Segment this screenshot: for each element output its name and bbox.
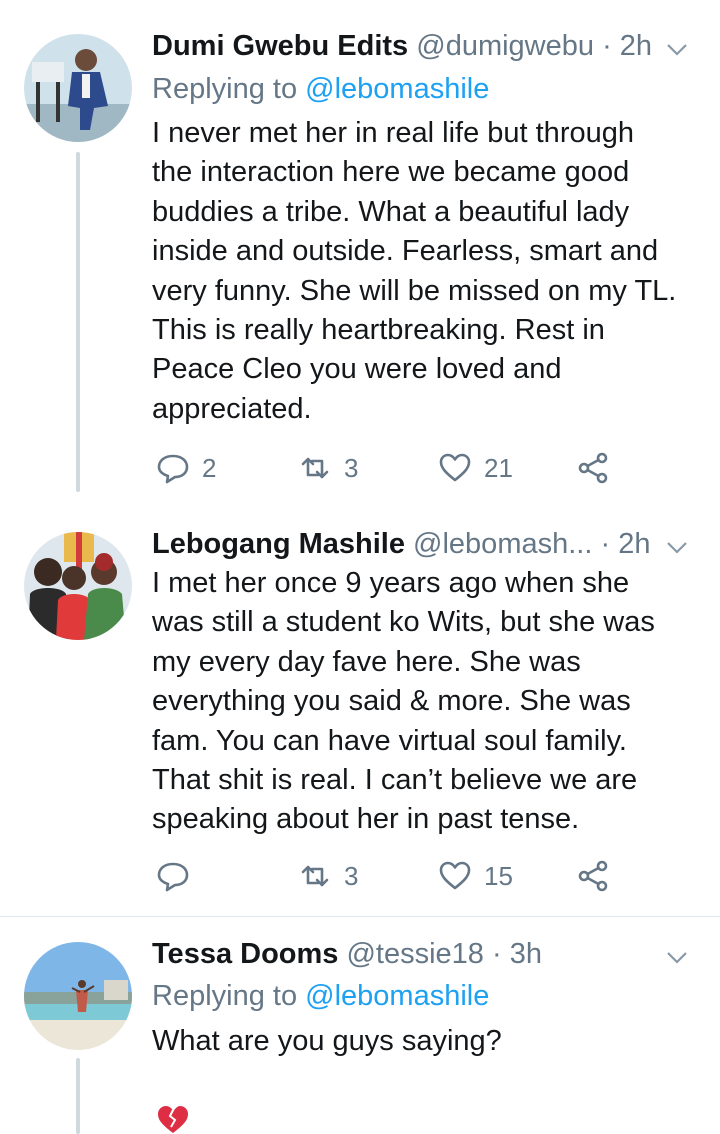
share-icon xyxy=(578,860,608,892)
reply-icon xyxy=(157,454,189,484)
share-button[interactable] xyxy=(576,856,610,896)
reply-button[interactable]: 2 xyxy=(156,448,216,488)
tweet-text-line: everything you said & more. She was xyxy=(152,685,631,718)
share-icon xyxy=(578,452,608,484)
retweet-count: 3 xyxy=(344,860,359,891)
avatar[interactable] xyxy=(24,34,132,142)
retweet-button[interactable]: 3 xyxy=(298,448,358,488)
tweet-text-line: I met her once 9 years ago when she xyxy=(152,567,630,599)
tweet[interactable]: Dumi Gwebu Edits @dumigwebu · 2h Replyin… xyxy=(0,28,720,498)
broken-heart-emoji xyxy=(158,1106,188,1133)
replying-to: Replying to @lebomashile xyxy=(152,71,489,107)
heart-icon xyxy=(439,453,471,482)
retweet-count: 3 xyxy=(344,452,359,483)
like-count: 15 xyxy=(484,860,513,891)
retweet-button[interactable]: 3 xyxy=(298,856,358,896)
reply-count: 2 xyxy=(202,452,217,483)
separator-dot: · xyxy=(594,30,620,62)
timestamp[interactable]: 3h xyxy=(510,938,542,970)
replying-prefix: Replying to xyxy=(152,980,306,1012)
tweet-text-line: inside and outside. Fearless, smart and xyxy=(152,235,659,268)
tweet-text-line: my every day fave here. She was xyxy=(152,645,581,678)
user-handle[interactable]: @lebomash... xyxy=(413,528,592,560)
tweet[interactable]: Tessa Dooms @tessie18 · 3h Replying to @… xyxy=(0,934,720,1134)
like-button[interactable]: 15 xyxy=(438,856,513,896)
reply-icon xyxy=(157,862,189,892)
tweet-header: Lebogang Mashile @lebomash... · 2h xyxy=(152,526,650,562)
tweet-text-line: Peace Cleo you were loved and xyxy=(152,353,562,386)
display-name[interactable]: Tessa Dooms xyxy=(152,938,338,970)
tweet-actions: 3 15 xyxy=(152,856,622,896)
tweet[interactable]: Lebogang Mashile @lebomash... · 2h I met… xyxy=(0,524,720,916)
mention-link[interactable]: @lebomashile xyxy=(305,980,489,1012)
mention-link[interactable]: @lebomashile xyxy=(305,73,489,105)
tweet-text-line: I never met her in real life but through xyxy=(152,117,634,149)
tweet-actions: 2 3 21 xyxy=(152,448,622,488)
retweet-icon xyxy=(301,865,329,887)
tweet-text-line: appreciated. xyxy=(152,392,312,425)
tweet-text: I never met her in real life but through… xyxy=(152,114,697,429)
display-name[interactable]: Lebogang Mashile xyxy=(152,528,405,560)
avatar[interactable] xyxy=(24,532,132,640)
display-name[interactable]: Dumi Gwebu Edits xyxy=(152,30,408,62)
chevron-down-icon[interactable] xyxy=(664,36,690,62)
tweet-text: I met her once 9 years ago when she was … xyxy=(152,564,697,840)
tweet-text-line: This is really heartbreaking. Rest in xyxy=(152,314,605,347)
tweet-text-line: fam. You can have virtual soul family. xyxy=(152,724,627,757)
tweet-text-line: speaking about her in past tense. xyxy=(152,803,580,836)
share-button[interactable] xyxy=(576,448,610,488)
retweet-icon xyxy=(301,457,329,479)
timestamp[interactable]: 2h xyxy=(618,528,650,560)
tweet-header: Tessa Dooms @tessie18 · 3h xyxy=(152,936,542,972)
chevron-down-icon[interactable] xyxy=(664,534,690,560)
like-count: 21 xyxy=(484,452,513,483)
tweet-text-line: What are you guys saying? xyxy=(152,1025,502,1057)
tweet-text-line: very funny. She will be missed on my TL. xyxy=(152,274,677,307)
replying-prefix: Replying to xyxy=(152,73,306,105)
separator-dot: · xyxy=(592,528,619,560)
tweet-text-line: That shit is real. I can’t believe we ar… xyxy=(152,764,638,797)
tweet-divider xyxy=(0,916,720,917)
tweet-text-line: the interaction here we became good xyxy=(152,156,630,189)
user-handle[interactable]: @tessie18 xyxy=(346,938,483,970)
avatar[interactable] xyxy=(24,942,132,1050)
tweet-text-line: was still a student ko Wits, but she was xyxy=(152,606,655,639)
heart-icon xyxy=(439,861,471,890)
separator-dot: · xyxy=(483,938,510,970)
tweet-text-line: buddies a tribe. What a beautiful lady xyxy=(152,195,630,228)
timestamp[interactable]: 2h xyxy=(620,30,652,62)
replying-to: Replying to @lebomashile xyxy=(152,978,489,1014)
chevron-down-icon[interactable] xyxy=(664,944,690,970)
like-button[interactable]: 21 xyxy=(438,448,513,488)
tweet-header: Dumi Gwebu Edits @dumigwebu · 2h xyxy=(152,28,652,64)
tweet-text: What are you guys saying? xyxy=(152,1022,697,1061)
reply-button[interactable] xyxy=(156,856,202,896)
user-handle[interactable]: @dumigwebu xyxy=(416,30,594,62)
